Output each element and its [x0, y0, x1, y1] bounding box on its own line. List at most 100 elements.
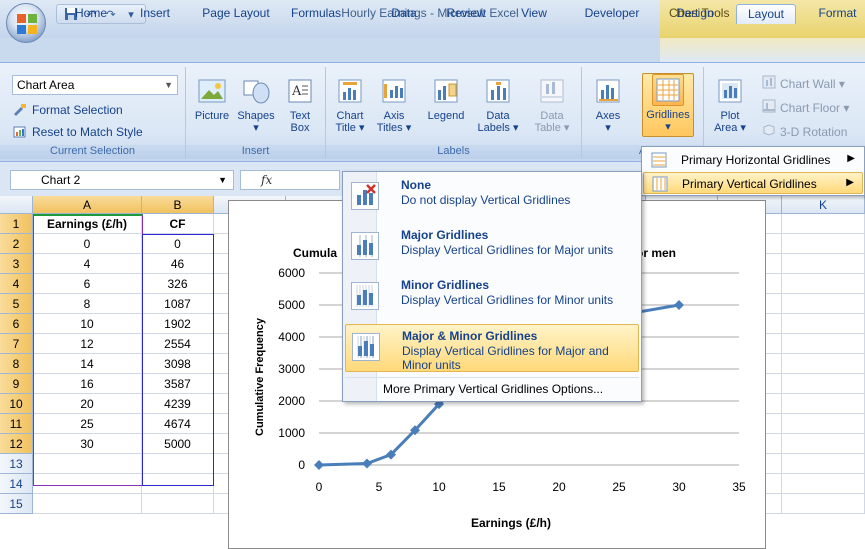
- cell[interactable]: 30: [33, 434, 142, 454]
- more-vertical-gridlines-options-item[interactable]: More Primary Vertical Gridlines Options.…: [345, 377, 639, 399]
- cell[interactable]: [782, 474, 865, 494]
- row-header-2[interactable]: 2: [0, 234, 33, 254]
- tab-format[interactable]: Format: [810, 4, 865, 24]
- cell[interactable]: 4674: [142, 414, 214, 434]
- row-header-3[interactable]: 3: [0, 254, 33, 274]
- tab-data[interactable]: Data: [384, 4, 424, 24]
- cell[interactable]: [142, 494, 214, 514]
- row-header-11[interactable]: 11: [0, 414, 33, 434]
- cell[interactable]: 16: [33, 374, 142, 394]
- primary-horizontal-gridlines-item[interactable]: Primary Horizontal Gridlines ▶: [643, 149, 863, 171]
- cell[interactable]: 0: [33, 234, 142, 254]
- row-header-4[interactable]: 4: [0, 274, 33, 294]
- legend-button[interactable]: Legend: [424, 75, 468, 122]
- cell[interactable]: 6: [33, 274, 142, 294]
- cell[interactable]: [782, 434, 865, 454]
- shapes-button[interactable]: Shapes ▾: [234, 75, 278, 134]
- row-header-12[interactable]: 12: [0, 434, 33, 454]
- row-header-13[interactable]: 13: [0, 454, 33, 474]
- cell[interactable]: 12: [33, 334, 142, 354]
- cell[interactable]: 3098: [142, 354, 214, 374]
- cell[interactable]: [782, 374, 865, 394]
- row-header-6[interactable]: 6: [0, 314, 33, 334]
- cell[interactable]: 0: [142, 234, 214, 254]
- cell[interactable]: 1902: [142, 314, 214, 334]
- cell[interactable]: 46: [142, 254, 214, 274]
- cell[interactable]: [782, 254, 865, 274]
- cell[interactable]: 10: [33, 314, 142, 334]
- cell[interactable]: [782, 454, 865, 474]
- tab-page-layout[interactable]: Page Layout: [196, 4, 276, 24]
- tab-home[interactable]: Home: [66, 4, 116, 24]
- cell[interactable]: 4: [33, 254, 142, 274]
- cell[interactable]: [782, 294, 865, 314]
- data-table-button[interactable]: Data Table ▾: [530, 75, 574, 134]
- cell[interactable]: 20: [33, 394, 142, 414]
- cell[interactable]: [782, 354, 865, 374]
- 3d-rotation-button[interactable]: 3-D Rotation: [762, 123, 847, 140]
- cell[interactable]: 1087: [142, 294, 214, 314]
- tab-insert[interactable]: Insert: [130, 4, 180, 24]
- name-box[interactable]: Chart 2 ▼: [10, 170, 234, 190]
- chart-floor-button[interactable]: Chart Floor ▾: [762, 99, 849, 116]
- column-header-a[interactable]: A: [33, 196, 142, 214]
- select-all-corner[interactable]: [0, 196, 33, 214]
- cell[interactable]: 2554: [142, 334, 214, 354]
- row-header-10[interactable]: 10: [0, 394, 33, 414]
- cell[interactable]: 3587: [142, 374, 214, 394]
- cell[interactable]: 14: [33, 354, 142, 374]
- row-header-5[interactable]: 5: [0, 294, 33, 314]
- cell[interactable]: [33, 454, 142, 474]
- vertical-gridlines-major-item[interactable]: Major Gridlines Display Vertical Gridlin…: [345, 224, 639, 272]
- axis-titles-button[interactable]: Axis Titles ▾: [372, 75, 416, 134]
- tab-view[interactable]: View: [514, 4, 554, 24]
- chart-element-selector[interactable]: Chart Area ▼: [12, 75, 178, 95]
- cell[interactable]: CF: [142, 214, 214, 234]
- row-header-14[interactable]: 14: [0, 474, 33, 494]
- cell[interactable]: [782, 234, 865, 254]
- cell[interactable]: 326: [142, 274, 214, 294]
- cell[interactable]: [33, 494, 142, 514]
- cell[interactable]: [782, 274, 865, 294]
- cell[interactable]: [782, 314, 865, 334]
- picture-button[interactable]: Picture: [190, 75, 234, 122]
- gridlines-button[interactable]: Gridlines ▾: [642, 73, 694, 137]
- cell[interactable]: [142, 474, 214, 494]
- vertical-gridlines-major-minor-item[interactable]: Major & Minor Gridlines Display Vertical…: [345, 324, 639, 372]
- data-labels-button[interactable]: Data Labels ▾: [476, 75, 520, 134]
- tab-design[interactable]: Design: [666, 4, 724, 24]
- cell[interactable]: [782, 334, 865, 354]
- cell[interactable]: [782, 414, 865, 434]
- row-header-8[interactable]: 8: [0, 354, 33, 374]
- plot-area-button[interactable]: Plot Area ▾: [708, 75, 752, 134]
- row-header-7[interactable]: 7: [0, 334, 33, 354]
- tab-developer[interactable]: Developer: [578, 4, 646, 24]
- chart-wall-button[interactable]: Chart Wall ▾: [762, 75, 845, 92]
- text-box-button[interactable]: A Text Box: [278, 75, 322, 134]
- cell[interactable]: 4239: [142, 394, 214, 414]
- cell[interactable]: 25: [33, 414, 142, 434]
- cell[interactable]: [782, 214, 865, 234]
- cell[interactable]: [142, 454, 214, 474]
- vertical-gridlines-minor-item[interactable]: Minor Gridlines Display Vertical Gridlin…: [345, 274, 639, 322]
- chart-title-button[interactable]: Chart Title ▾: [328, 75, 372, 134]
- format-selection-button[interactable]: Format Selection: [12, 101, 123, 119]
- tab-formulas[interactable]: Formulas: [284, 4, 348, 24]
- cell[interactable]: 8: [33, 294, 142, 314]
- reset-to-match-style-button[interactable]: Reset to Match Style: [12, 123, 143, 141]
- column-header-b[interactable]: B: [142, 196, 214, 214]
- row-header-1[interactable]: 1: [0, 214, 33, 234]
- cell[interactable]: 5000: [142, 434, 214, 454]
- tab-layout[interactable]: Layout: [736, 4, 796, 24]
- insert-function-area[interactable]: fx: [240, 170, 340, 190]
- vertical-gridlines-none-item[interactable]: None Do not display Vertical Gridlines: [345, 174, 639, 222]
- tab-review[interactable]: Review: [440, 4, 492, 24]
- primary-vertical-gridlines-item[interactable]: Primary Vertical Gridlines ▶: [643, 172, 863, 194]
- office-button[interactable]: [6, 3, 46, 43]
- cell[interactable]: [33, 474, 142, 494]
- row-header-15[interactable]: 15: [0, 494, 33, 514]
- cell[interactable]: [782, 494, 865, 514]
- column-header-k[interactable]: K: [782, 196, 865, 214]
- cell[interactable]: [782, 394, 865, 414]
- row-header-9[interactable]: 9: [0, 374, 33, 394]
